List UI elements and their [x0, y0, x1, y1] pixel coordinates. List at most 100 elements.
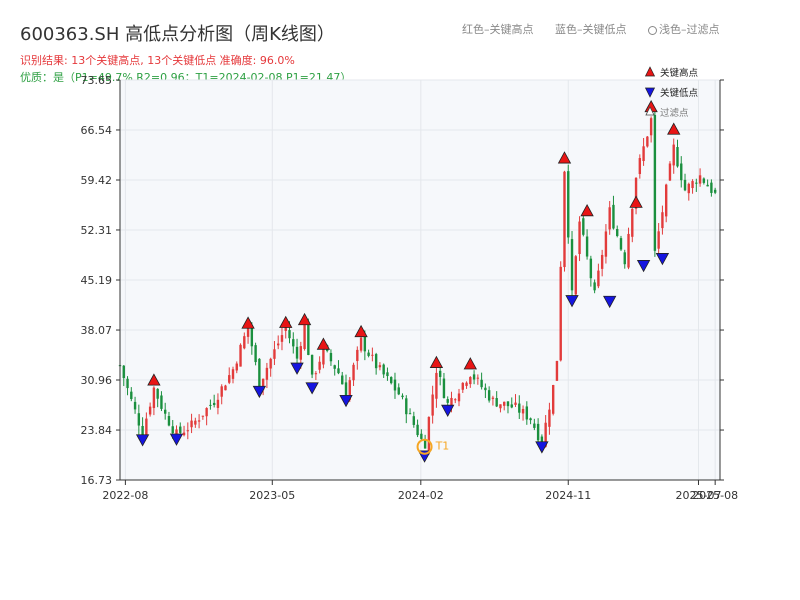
candle-body [608, 207, 611, 230]
candle-body [616, 228, 619, 237]
candle-body [228, 375, 231, 383]
candle-body [529, 418, 532, 421]
candle-body [585, 236, 589, 257]
candle-body [329, 352, 333, 362]
candle-body [333, 365, 336, 369]
candle-body [205, 408, 208, 417]
candle-body [126, 378, 129, 389]
candle-body [359, 337, 363, 351]
x-tick-label: 2023-05 [249, 489, 295, 502]
candle-body [310, 354, 314, 375]
kline-chart: 16.73 23.84 30.96 38.07 45.19 52.31 59.42 66.54… [81, 66, 738, 502]
candle-body [182, 432, 186, 436]
candle-body [371, 354, 374, 356]
candle-body [197, 420, 201, 422]
candle-body [412, 416, 416, 425]
candle-body [555, 360, 559, 381]
candle-body [642, 146, 645, 162]
candle-body [661, 212, 664, 229]
candle-body [299, 346, 303, 360]
candle-body [246, 327, 250, 337]
y-tick-label: 38.07 [81, 324, 113, 337]
candle-body [702, 178, 706, 183]
candle-body [687, 183, 690, 194]
y-tick-label: 52.31 [81, 224, 113, 237]
candle-body [559, 266, 562, 361]
x-tick-label: 2024-11 [545, 489, 591, 502]
candle-body [533, 423, 536, 428]
candle-body [551, 385, 555, 414]
candle-body [472, 374, 476, 380]
candle-body [427, 417, 431, 452]
candle-body [231, 369, 235, 379]
candle-body [235, 363, 238, 371]
candle-body [352, 364, 355, 381]
candle-body [668, 163, 672, 181]
candle-body [367, 352, 370, 356]
candle-body [295, 346, 299, 359]
candle-body [280, 335, 284, 342]
candle-body [484, 387, 487, 391]
candle-body [265, 367, 269, 380]
candle-body [307, 321, 310, 355]
candle-body [130, 391, 133, 400]
candle-body [243, 336, 246, 349]
candle-body [604, 231, 608, 257]
candle-body [589, 258, 593, 279]
candle-body [382, 364, 385, 375]
candle-body [570, 239, 574, 291]
candle-body [239, 344, 242, 367]
candle-body [649, 118, 653, 136]
candle-body [495, 398, 498, 407]
candle-body [597, 270, 600, 287]
legend-label: 关键高点 [660, 67, 699, 79]
candle-body [487, 390, 491, 401]
candle-body [499, 404, 502, 409]
candle-body [657, 231, 660, 249]
candle-body [224, 385, 227, 391]
candle-body [201, 415, 205, 417]
candle-body [145, 418, 148, 437]
candle-body [548, 409, 551, 427]
candle-body [713, 189, 717, 193]
candle-body [386, 372, 389, 377]
candle-body [521, 408, 525, 414]
candle-body [438, 370, 442, 377]
candle-body [469, 377, 472, 385]
candle-body [536, 423, 540, 441]
candle-body [506, 401, 510, 407]
candle-body [167, 416, 171, 426]
x-tick-label: 2022-08 [102, 489, 148, 502]
y-tick-label: 23.84 [81, 424, 113, 437]
candle-body [578, 221, 581, 255]
candle-body [706, 184, 709, 187]
legend-label: 过滤点 [660, 107, 689, 119]
candle-body [363, 335, 367, 352]
candle-body [216, 399, 220, 408]
candle-body [600, 254, 604, 269]
candle-body [393, 379, 397, 391]
candle-body [194, 420, 197, 425]
candle-body [683, 179, 687, 191]
candle-body [137, 413, 141, 426]
candle-body [133, 401, 137, 410]
candle-body [465, 382, 468, 386]
candle-body [510, 404, 513, 408]
candle-body [672, 144, 675, 166]
legend-high-icon [644, 66, 656, 77]
candle-body [454, 399, 457, 401]
candle-body [408, 413, 412, 415]
candle-body [341, 375, 344, 385]
candle-body [122, 365, 125, 379]
candle-body [698, 175, 702, 184]
candle-body [638, 158, 642, 175]
candle-body [514, 402, 517, 405]
candle-body [212, 402, 216, 406]
candle-body [653, 115, 657, 251]
x-tick-label: 2025-08 [692, 489, 738, 502]
candle-body [518, 403, 521, 413]
candle-body [446, 399, 449, 403]
candle-body [695, 182, 698, 184]
y-tick-label: 59.42 [81, 174, 113, 187]
candle-body [461, 382, 464, 390]
